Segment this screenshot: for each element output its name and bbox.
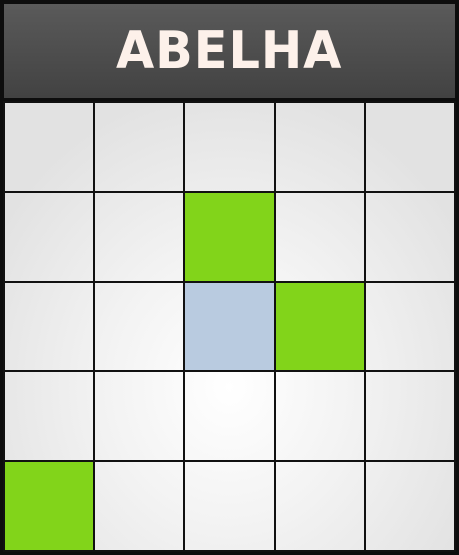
grid-cell-r5-c2[interactable] (93, 460, 186, 552)
grid-cell-r3-c1[interactable] (3, 280, 96, 373)
grid-cell-r4-c2[interactable] (93, 370, 186, 463)
grid-cell-r3-c3-blue[interactable] (183, 280, 276, 373)
grid-cell-r3-c4-green[interactable] (273, 280, 366, 373)
grid-cell-r5-c1-green[interactable] (3, 460, 96, 552)
title-bar: ABELHA (4, 4, 455, 102)
grid-cell-r1-c5[interactable] (363, 101, 456, 193)
game-title: ABELHA (116, 21, 343, 81)
grid-cell-r4-c4[interactable] (273, 370, 366, 463)
grid-cell-r2-c2[interactable] (93, 190, 186, 283)
grid-cell-r5-c3[interactable] (183, 460, 276, 552)
grid-cell-r2-c4[interactable] (273, 190, 366, 283)
grid (3, 101, 456, 552)
grid-cell-r1-c2[interactable] (93, 101, 186, 193)
grid-cell-r1-c4[interactable] (273, 101, 366, 193)
grid-cell-r2-c1[interactable] (3, 190, 96, 283)
grid-cell-r3-c5[interactable] (363, 280, 456, 373)
grid-cell-r5-c5[interactable] (363, 460, 456, 552)
game-board: ABELHA (0, 0, 459, 555)
grid-cell-r5-c4[interactable] (273, 460, 366, 552)
grid-cell-r1-c3[interactable] (183, 101, 276, 193)
grid-cell-r4-c3[interactable] (183, 370, 276, 463)
grid-cell-r3-c2[interactable] (93, 280, 186, 373)
grid-cell-r2-c3-green[interactable] (183, 190, 276, 283)
grid-cell-r1-c1[interactable] (3, 101, 96, 193)
grid-cell-r2-c5[interactable] (363, 190, 456, 283)
grid-cell-r4-c5[interactable] (363, 370, 456, 463)
grid-cell-r4-c1[interactable] (3, 370, 96, 463)
